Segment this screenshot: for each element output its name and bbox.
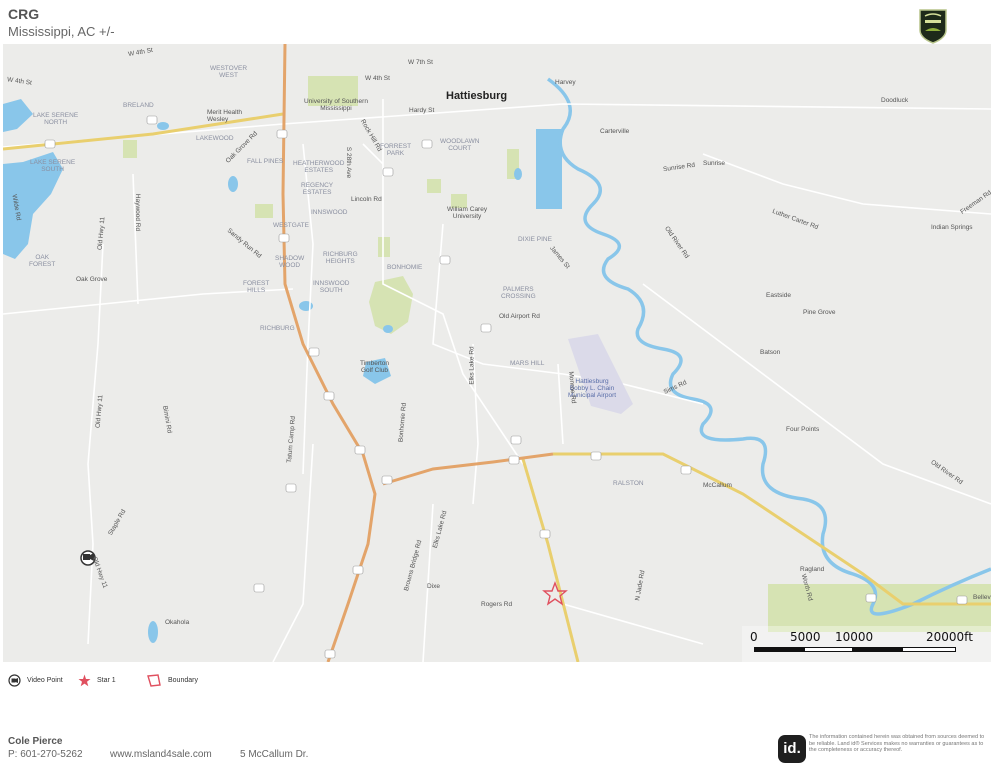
poi-label: Timberton Golf Club (360, 360, 390, 374)
water-basin (536, 129, 562, 209)
poi-label: William Carey University (447, 206, 488, 220)
neighborhood-label: DIXIE PINE (518, 236, 552, 243)
legend-boundary-label: Boundary (168, 677, 198, 684)
place-label: Four Points (786, 426, 820, 433)
place-label: Sunrise (703, 160, 726, 167)
hwy-49 (521, 458, 580, 662)
place-label: Ragland (800, 566, 825, 573)
agent-address: 5 McCallum Dr. (240, 749, 309, 760)
neighborhood-label: LAKE SERENE NORTH (33, 112, 79, 126)
neighborhood-label: RICHBURG (260, 325, 295, 332)
neighborhood-label: OAK FOREST (29, 254, 56, 268)
poi-label: Merit Health Wesley (207, 109, 243, 123)
neighborhood-label: PALMERS CROSSING (501, 286, 536, 300)
place-label: Doodluck (881, 97, 909, 104)
scale-segment (804, 647, 854, 652)
hwy-98-east (553, 452, 991, 606)
scale-label-0: 0 (750, 630, 758, 644)
neighborhood-label: WESTOVER WEST (210, 65, 248, 79)
map-title: CRG (8, 6, 40, 22)
scale-bar: 0 5000 10000 20000ft (742, 626, 991, 662)
place-label: Oak Grove (76, 276, 108, 283)
legend-video-label: Video Point (27, 677, 63, 684)
scale-label-20000ft: 20000ft (926, 630, 973, 644)
legend-star[interactable]: Star 1 (78, 674, 116, 687)
disclaimer-text: The information contained herein was obt… (809, 734, 985, 753)
neighborhood-label: LAKE SERENE SOUTH (30, 159, 76, 173)
place-label: Okahola (165, 619, 190, 626)
landid-logo: id. (778, 735, 806, 763)
legend-boundary[interactable]: Boundary (146, 674, 198, 687)
place-label: Batson (760, 349, 781, 356)
neighborhood-label: BRELAND (123, 102, 154, 109)
road-label: Hardy St (409, 107, 435, 114)
poi-label: University of Southern Mississippi (304, 98, 368, 112)
neighborhood-label: BONHOMIE (387, 264, 423, 271)
neighborhood-label: RICHBURG HEIGHTS (323, 251, 358, 265)
neighborhood-label: WOODLAWN COURT (440, 138, 480, 152)
video-point-icon (8, 674, 21, 687)
neighborhood-label: FALL PINES (247, 158, 284, 165)
map-graphics (3, 44, 991, 662)
place-label: Dixe (427, 583, 441, 590)
road-label: S 28th Ave (345, 146, 353, 179)
road-label: W 7th St (408, 59, 433, 66)
neighborhood-label: SHADOW WOOD (275, 255, 305, 269)
map-canvas[interactable]: Hattiesburg W 4th St W 4th St W 4th St W… (3, 44, 991, 662)
legend-star-label: Star 1 (97, 677, 116, 684)
place-label: Bellev (973, 594, 991, 601)
neighborhood-label: INNSWOOD (311, 209, 348, 216)
neighborhood-label: FORREST PARK (380, 143, 412, 157)
boundary-icon (147, 674, 161, 687)
scale-segment (902, 647, 956, 652)
place-label: McCallum (703, 482, 732, 489)
airport-area (568, 334, 633, 414)
brand-logo (919, 9, 947, 44)
golf-park (369, 276, 413, 334)
scale-label-5000: 5000 (790, 630, 821, 644)
road-label: Rogers Rd (481, 601, 513, 608)
neighborhood-label: INNSWOOD SOUTH (313, 280, 350, 294)
neighborhood-label: FOREST HILLS (243, 280, 270, 294)
place-label: Pine Grove (803, 309, 836, 316)
road-label: Elks Lake Rd (468, 346, 476, 385)
agent-phone: P: 601-270-5262 (8, 749, 83, 760)
place-label: Harvey (555, 79, 576, 86)
scale-segment (754, 647, 806, 652)
road-label: Old Airport Rd (499, 313, 540, 320)
place-label: Indian Springs (931, 224, 973, 231)
place-label: Eastside (766, 292, 791, 299)
place-label: Carterville (600, 128, 630, 135)
star-icon (78, 674, 91, 687)
map-subtitle: Mississippi, AC +/- (8, 24, 115, 39)
neighborhood-label: WESTGATE (273, 222, 309, 229)
city-label-hattiesburg: Hattiesburg (446, 90, 508, 102)
leaf-river (546, 77, 991, 616)
scale-segment (852, 647, 904, 652)
neighborhood-label: MARS HILL (510, 360, 545, 367)
road-label: Lincoln Rd (351, 196, 382, 203)
neighborhood-label: RALSTON (613, 480, 644, 487)
agent-name: Cole Pierce (8, 736, 63, 747)
neighborhood-label: LAKEWOOD (196, 135, 234, 142)
road-label: Haywood Rd (134, 193, 142, 232)
road-label: W 4th St (365, 75, 390, 82)
preserve-area (768, 584, 991, 632)
scale-label-10000: 10000 (835, 630, 874, 644)
neighborhood-label: REGENCY ESTATES (301, 182, 334, 196)
legend-video-point[interactable]: Video Point (8, 674, 63, 687)
neighborhood-label: HEATHERWOOD ESTATES (293, 160, 345, 174)
agent-website-link[interactable]: www.msland4sale.com (110, 749, 212, 760)
